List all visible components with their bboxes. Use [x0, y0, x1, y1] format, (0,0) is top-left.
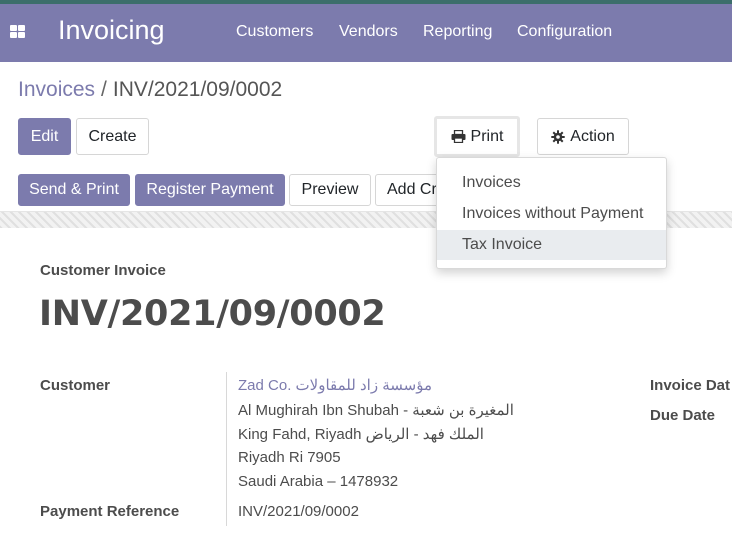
create-button[interactable]: Create [76, 118, 149, 155]
invoice-number-title: INV/2021/09/0002 [39, 294, 386, 334]
field-divider [226, 372, 227, 526]
breadcrumb-invoices-link[interactable]: Invoices [18, 78, 95, 101]
menu-reporting[interactable]: Reporting [423, 23, 492, 41]
print-button[interactable]: Print [434, 116, 520, 157]
customer-label: Customer [40, 377, 111, 394]
address-line-3: Riyadh Ri 7905 [238, 449, 341, 466]
print-dropdown-menu: Invoices Invoices without Payment Tax In… [436, 157, 667, 269]
address-line-2: King Fahd, Riyadh الملك فهد - الرياض [238, 426, 484, 443]
print-menu-item-invoices[interactable]: Invoices [437, 168, 666, 198]
top-navbar: Invoicing Customers Vendors Reporting Co… [0, 0, 732, 62]
due-date-label: Due Date [650, 407, 716, 424]
breadcrumb-separator: / [101, 78, 107, 101]
address-line-4: Saudi Arabia – 1478932 [238, 473, 399, 490]
breadcrumb-current: INV/2021/09/0002 [112, 78, 283, 101]
invoice-date-label: Invoice Dat [650, 377, 731, 394]
menu-configuration[interactable]: Configuration [517, 23, 612, 41]
register-payment-label: Register Payment [146, 181, 274, 198]
customer-name-link[interactable]: Zad Co. مؤسسة زاد للمقاولات [238, 376, 432, 394]
send-print-button[interactable]: Send & Print [18, 174, 130, 206]
payment-reference-value: INV/2021/09/0002 [238, 503, 359, 520]
edit-button[interactable]: Edit [18, 118, 71, 155]
address-line-1: Al Mughirah Ibn Shubah - المغيرة بن شعبة [238, 402, 514, 419]
create-button-label: Create [88, 127, 137, 145]
payment-reference-label: Payment Reference [40, 503, 180, 520]
action-button-label: Action [570, 127, 615, 145]
app-title[interactable]: Invoicing [58, 15, 165, 46]
document-subtitle: Customer Invoice [40, 262, 166, 279]
print-menu-item-invoices-without-payment[interactable]: Invoices without Payment [437, 199, 666, 229]
register-payment-button[interactable]: Register Payment [135, 174, 285, 206]
send-print-label: Send & Print [29, 181, 119, 198]
edit-button-label: Edit [30, 127, 59, 145]
add-credit-note-button[interactable]: Add Cr [375, 174, 445, 206]
menu-customers[interactable]: Customers [236, 23, 313, 41]
printer-icon [451, 130, 466, 143]
add-credit-label: Add Cr [387, 181, 437, 198]
breadcrumb: Invoices / INV/2021/09/0002 [18, 78, 282, 102]
preview-button[interactable]: Preview [289, 174, 371, 206]
action-button[interactable]: Action [537, 118, 629, 155]
preview-label: Preview [301, 181, 359, 198]
print-button-label: Print [470, 127, 504, 145]
gear-icon [551, 129, 565, 144]
apps-menu-icon[interactable] [10, 25, 26, 39]
menu-vendors[interactable]: Vendors [339, 23, 398, 41]
print-menu-item-tax-invoice[interactable]: Tax Invoice [437, 230, 666, 260]
